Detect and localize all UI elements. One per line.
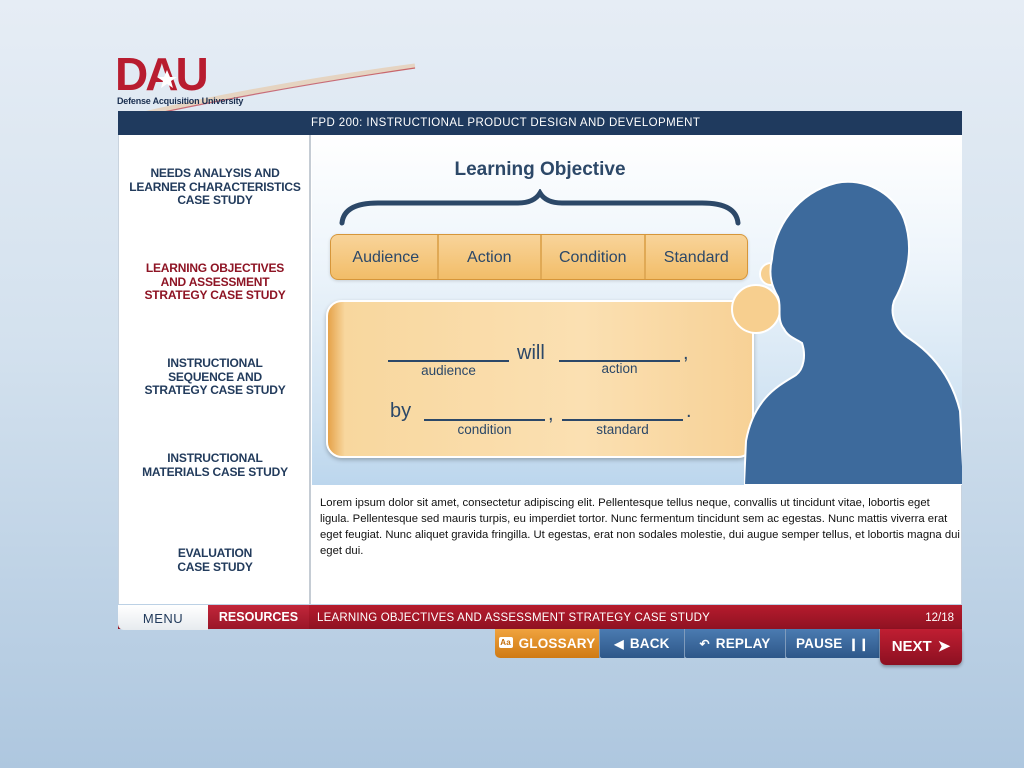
replay-label: REPLAY xyxy=(715,636,771,651)
footer-bar: MENU RESOURCES LEARNING OBJECTIVES AND A… xyxy=(118,605,962,630)
formula-comma-2: , xyxy=(548,403,554,425)
logo-subtitle: Defense Acquisition University xyxy=(117,96,244,106)
glossary-icon: Aa xyxy=(498,637,513,649)
audience-blank xyxy=(388,360,509,362)
menu-item-instructional-sequence[interactable]: INSTRUCTIONAL SEQUENCE AND STRATEGY CASE… xyxy=(119,356,311,398)
learner-silhouette xyxy=(744,180,962,485)
label-condition: condition xyxy=(457,422,512,437)
tab-action: Action xyxy=(439,235,542,279)
pause-icon: ❙❙ xyxy=(848,637,870,651)
formula-will: will xyxy=(517,342,545,364)
formula-by: by xyxy=(390,400,412,422)
current-section-title: LEARNING OBJECTIVES AND ASSESSMENT STRAT… xyxy=(317,612,710,624)
back-button[interactable]: ◀ BACK xyxy=(600,629,685,658)
content-frame: NEEDS ANALYSIS AND LEARNER CHARACTERISTI… xyxy=(118,135,962,604)
brace-graphic xyxy=(339,189,741,226)
standard-blank xyxy=(562,419,683,421)
replay-button[interactable]: ↶ REPLAY xyxy=(685,629,786,658)
tab-audience: Audience xyxy=(331,235,439,279)
label-audience: audience xyxy=(421,363,476,378)
label-action: action xyxy=(601,361,638,376)
label-standard: standard xyxy=(596,422,649,437)
chevron-right-icon: ➤ xyxy=(937,638,951,655)
replay-icon: ↶ xyxy=(699,637,710,651)
lesson-stage: Learning Objective Audience Action Condi… xyxy=(312,135,962,485)
menu-item-needs-analysis[interactable]: NEEDS ANALYSIS AND LEARNER CHARACTERISTI… xyxy=(119,166,311,208)
glossary-button[interactable]: Aa GLOSSARY xyxy=(495,629,600,658)
stage-title: Learning Objective xyxy=(454,159,626,180)
chevron-left-icon: ◀ xyxy=(614,637,624,651)
menu-item-instructional-materials[interactable]: INSTRUCTIONAL MATERIALS CASE STUDY xyxy=(119,451,311,479)
tab-condition: Condition xyxy=(542,235,646,279)
tab-standard: Standard xyxy=(663,249,729,266)
course-title: FPD 200: INSTRUCTIONAL PRODUCT DESIGN AN… xyxy=(118,111,962,135)
menu-item-learning-objectives[interactable]: LEARNING OBJECTIVES AND ASSESSMENT STRAT… xyxy=(119,261,311,303)
menu-item-evaluation[interactable]: EVALUATION CASE STUDY xyxy=(119,546,311,574)
formula-comma-1: , xyxy=(683,342,689,364)
page-counter: 12/18 xyxy=(925,612,954,624)
pause-label: PAUSE xyxy=(795,636,843,651)
lesson-body-text: Lorem ipsum dolor sit amet, consectetur … xyxy=(320,497,960,557)
pause-button[interactable]: PAUSE ❙❙ xyxy=(786,629,880,658)
objective-components: Audience Action Condition Standard xyxy=(330,234,748,280)
next-label: NEXT xyxy=(891,638,932,655)
formula-period: . xyxy=(686,400,692,422)
next-button[interactable]: NEXT ➤ xyxy=(880,629,962,665)
back-label: BACK xyxy=(629,636,670,651)
objective-formula: will , audience action by , . condition … xyxy=(326,300,754,458)
resources-button[interactable]: RESOURCES xyxy=(208,605,309,629)
section-menu: NEEDS ANALYSIS AND LEARNER CHARACTERISTI… xyxy=(119,135,311,604)
condition-blank xyxy=(424,419,545,421)
glossary-label: GLOSSARY xyxy=(518,636,596,651)
logo-mark: DAU xyxy=(115,48,206,100)
menu-button[interactable]: MENU xyxy=(118,605,208,630)
